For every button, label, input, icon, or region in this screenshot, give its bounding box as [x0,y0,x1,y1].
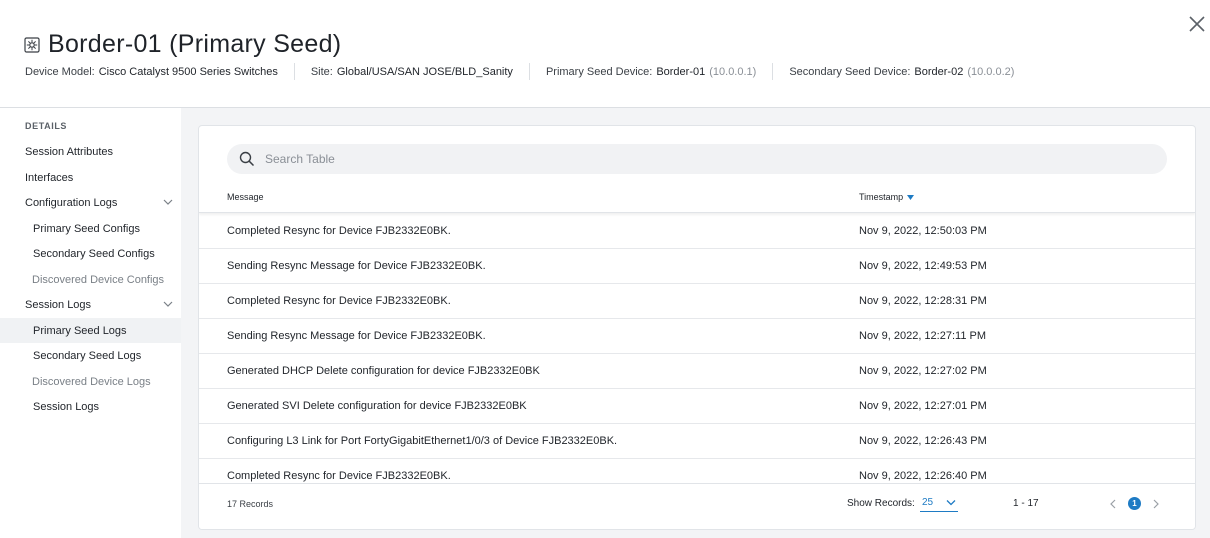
site-label: Site: [310,65,333,78]
cell-message: Generated SVI Delete configuration for d… [227,400,527,412]
device-model-label: Device Model: [25,65,95,78]
table-row[interactable]: Configuring L3 Link for Port FortyGigabi… [199,424,1195,459]
sidebar-item-label: Discovered Device Logs [32,375,151,388]
chevron-up-icon[interactable] [162,197,174,207]
search-icon [239,151,255,167]
sidebar-item-discovered-device-logs[interactable]: Discovered Device Logs [0,369,181,394]
primary-seed-info: Primary Seed Device: Border-01 (10.0.0.1… [546,66,756,78]
logs-table-card: Message Timestamp Completed Resync for D… [198,125,1196,530]
cell-timestamp: Nov 9, 2022, 12:27:02 PM [859,365,987,377]
cell-timestamp: Nov 9, 2022, 12:26:43 PM [859,435,987,447]
show-records-select[interactable]: 25 [920,494,958,512]
table-row[interactable]: Sending Resync Message for Device FJB233… [199,249,1195,284]
sidebar: DETAILS Session Attributes Interfaces Co… [0,108,181,538]
search-bar[interactable] [227,144,1167,174]
show-records-value: 25 [922,497,934,508]
chevron-right-icon[interactable] [1151,498,1161,510]
sort-desc-icon [907,194,915,200]
sidebar-item-label: Interfaces [25,171,74,184]
secondary-seed-value: Border-02 [914,65,964,78]
chevron-left-icon[interactable] [1108,498,1118,510]
device-meta-row: Device Model: Cisco Catalyst 9500 Series… [25,63,1014,80]
sidebar-item-session-logs[interactable]: Session Logs [0,394,181,419]
sidebar-item-label: Session Attributes [25,145,114,158]
cell-timestamp: Nov 9, 2022, 12:50:03 PM [859,225,987,237]
table-row[interactable]: Generated SVI Delete configuration for d… [199,389,1195,424]
column-header-timestamp[interactable]: Timestamp [859,192,915,202]
table-row[interactable]: Completed Resync for Device FJB2332E0BK.… [199,214,1195,249]
sidebar-item-discovered-device-configs[interactable]: Discovered Device Configs [0,267,181,292]
chevron-down-icon [946,500,956,506]
sidebar-item-secondary-seed-logs[interactable]: Secondary Seed Logs [0,343,181,368]
sidebar-item-label: Secondary Seed Logs [33,349,142,362]
sidebar-item-label: Discovered Device Configs [32,273,165,286]
show-records-label: Show Records: [847,498,915,509]
chevron-up-icon[interactable] [162,299,174,309]
sidebar-section-title: DETAILS [25,121,68,131]
table-row[interactable]: Completed Resync for Device FJB2332E0BK.… [199,284,1195,319]
page-number-button[interactable]: 1 [1128,497,1141,510]
page-title: Border-01 (Primary Seed) [48,30,342,58]
sidebar-item-configuration-logs[interactable]: Configuration Logs [0,190,181,215]
secondary-seed-ip: (10.0.0.2) [967,65,1015,78]
sidebar-item-label: Primary Seed Logs [33,324,127,337]
search-input[interactable] [265,152,1065,166]
modal-header: Border-01 (Primary Seed) Device Model: C… [0,0,1210,108]
sidebar-item-label: Session Logs [33,400,100,413]
cell-message: Completed Resync for Device FJB2332E0BK. [227,225,451,237]
cell-timestamp: Nov 9, 2022, 12:27:01 PM [859,400,987,412]
record-count: 17 Records [227,499,274,509]
column-header-timestamp-label: Timestamp [859,192,904,202]
primary-seed-label: Primary Seed Device: [545,65,653,78]
sidebar-item-interfaces[interactable]: Interfaces [0,165,181,190]
table-footer: 17 Records Show Records: 25 1 - 17 1 [199,483,1195,529]
cell-timestamp: Nov 9, 2022, 12:49:53 PM [859,260,987,272]
title-row: Border-01 (Primary Seed) [24,30,341,59]
cell-timestamp: Nov 9, 2022, 12:26:40 PM [859,470,987,482]
cell-message: Sending Resync Message for Device FJB233… [227,260,486,272]
table-body: Completed Resync for Device FJB2332E0BK.… [199,214,1195,484]
sidebar-item-label: Primary Seed Configs [33,222,140,235]
primary-seed-value: Border-01 [656,65,706,78]
device-model-info: Device Model: Cisco Catalyst 9500 Series… [25,66,278,78]
cell-message: Sending Resync Message for Device FJB233… [227,330,486,342]
device-icon [24,36,40,53]
cell-message: Completed Resync for Device FJB2332E0BK. [227,470,451,482]
site-info: Site: Global/USA/SAN JOSE/BLD_Sanity [311,66,513,78]
sidebar-item-label: Session Logs [25,298,92,311]
site-value: Global/USA/SAN JOSE/BLD_Sanity [336,65,513,78]
sidebar-item-session-attributes[interactable]: Session Attributes [0,139,181,164]
cell-timestamp: Nov 9, 2022, 12:27:11 PM [859,330,986,342]
cell-message: Configuring L3 Link for Port FortyGigabi… [227,435,618,447]
secondary-seed-info: Secondary Seed Device: Border-02 (10.0.0… [789,66,1014,78]
cell-message: Generated DHCP Delete configuration for … [227,365,540,377]
column-header-message[interactable]: Message [227,192,264,202]
close-icon[interactable] [1187,14,1207,34]
secondary-seed-label: Secondary Seed Device: [789,65,911,78]
meta-divider [528,63,530,80]
sidebar-item-label: Configuration Logs [25,196,118,209]
table-row[interactable]: Completed Resync for Device FJB2332E0BK.… [199,459,1195,484]
table-row[interactable]: Sending Resync Message for Device FJB233… [199,319,1195,354]
sidebar-item-primary-seed-logs[interactable]: Primary Seed Logs [0,318,181,343]
table-header: Message Timestamp [199,183,1195,213]
page-range: 1 - 17 [1013,498,1039,509]
cell-message: Completed Resync for Device FJB2332E0BK. [227,295,451,307]
sidebar-item-session-logs-group[interactable]: Session Logs [0,292,181,317]
meta-divider [293,63,295,80]
cell-timestamp: Nov 9, 2022, 12:28:31 PM [859,295,987,307]
meta-divider [772,63,774,80]
primary-seed-ip: (10.0.0.1) [709,65,757,78]
sidebar-item-primary-seed-configs[interactable]: Primary Seed Configs [0,216,181,241]
sidebar-item-label: Secondary Seed Configs [33,247,155,260]
table-row[interactable]: Generated DHCP Delete configuration for … [199,354,1195,389]
device-model-value: Cisco Catalyst 9500 Series Switches [98,65,278,78]
sidebar-item-secondary-seed-configs[interactable]: Secondary Seed Configs [0,241,181,266]
